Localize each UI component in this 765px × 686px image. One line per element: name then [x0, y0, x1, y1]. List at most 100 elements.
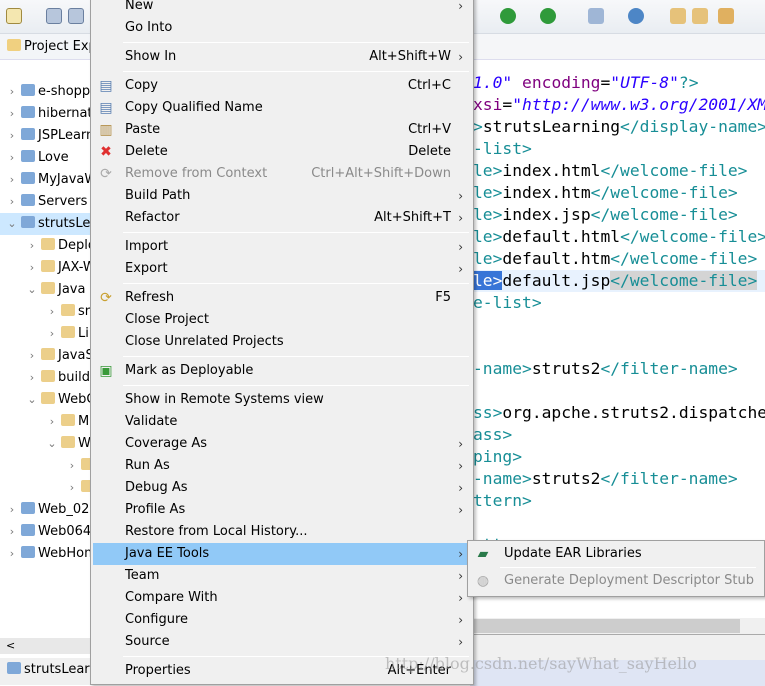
menu-item-java-ee-tools[interactable]: Java EE Tools › [93, 543, 471, 565]
collapsed-chevron-icon[interactable]: › [26, 345, 38, 367]
menu-item-copy-qualified-name[interactable]: ▤ Copy Qualified Name [93, 97, 471, 119]
new-icon[interactable] [6, 8, 22, 24]
collapsed-chevron-icon[interactable]: › [46, 411, 58, 433]
project-explorer-icon [7, 39, 21, 51]
code-token: </filter-name> [600, 359, 738, 378]
save-icon[interactable] [46, 8, 62, 24]
collapsed-chevron-icon[interactable]: › [6, 499, 18, 521]
collapsed-chevron-icon[interactable]: › [6, 543, 18, 565]
tree-item[interactable]: › WebHomework [0, 543, 90, 565]
collapsed-chevron-icon[interactable]: › [46, 323, 58, 345]
menu-item-paste[interactable]: ▥ Paste Ctrl+V [93, 119, 471, 141]
collapsed-chevron-icon[interactable]: › [66, 477, 78, 499]
search-icon[interactable] [718, 8, 734, 24]
tree-item[interactable]: ⌄ strutsLearning [0, 213, 90, 235]
menu-item-show-in[interactable]: Show In Alt+Shift+W › [93, 46, 471, 68]
tree-item[interactable]: › hibernate [0, 103, 90, 125]
menu-item-go-into[interactable]: Go Into [93, 17, 471, 39]
tree-item[interactable]: › Web_02 [0, 499, 90, 521]
tree-item[interactable]: › JavaScript Resources [0, 345, 90, 367]
tree-item[interactable]: › Love [0, 147, 90, 169]
menu-item-mark-as-deployable[interactable]: ▣ Mark as Deployable [93, 360, 471, 382]
project-explorer-tab[interactable]: Project Explorer [0, 34, 90, 60]
scrollbar-thumb[interactable] [470, 619, 740, 633]
expanded-chevron-icon[interactable]: ⌄ [26, 389, 38, 411]
collapsed-chevron-icon[interactable]: › [6, 125, 18, 147]
menu-item-close-unrelated-projects[interactable]: Close Unrelated Projects [93, 331, 471, 353]
menu-item-refresh[interactable]: ⟳ Refresh F5 [93, 287, 471, 309]
menu-item-label: Show In [125, 49, 177, 64]
menu-item-label: Validate [125, 414, 178, 429]
tree-item[interactable]: ⌄ Java Resources [0, 279, 90, 301]
collapsed-chevron-icon[interactable]: › [66, 455, 78, 477]
collapsed-chevron-icon[interactable]: › [6, 147, 18, 169]
tree-item[interactable]: › src [0, 301, 90, 323]
tree-item[interactable]: › build [0, 367, 90, 389]
explorer-horizontal-scrollbar[interactable]: < [0, 638, 90, 654]
tree-item[interactable]: › JSPLearning [0, 125, 90, 147]
run-icon[interactable] [500, 8, 516, 24]
code-token: = [600, 73, 611, 92]
run-server-icon[interactable] [540, 8, 556, 24]
menu-item-update-ear-libraries[interactable]: ▰ Update EAR Libraries [470, 543, 764, 565]
tree-item[interactable]: › e-shopp [0, 81, 90, 103]
menu-item-copy[interactable]: ▤ Copy Ctrl+C [93, 75, 471, 97]
collapsed-chevron-icon[interactable]: › [6, 103, 18, 125]
tree-item[interactable]: › Web064 [0, 521, 90, 543]
status-bar: strutsLearning [0, 658, 90, 685]
expanded-chevron-icon[interactable]: ⌄ [26, 279, 38, 301]
open-resource-icon[interactable] [692, 8, 708, 24]
new-class-icon[interactable] [628, 8, 644, 24]
menu-item-export[interactable]: Export › [93, 258, 471, 280]
code-token: </welcome-file> [600, 161, 748, 180]
tree-item[interactable]: › Servers [0, 191, 90, 213]
code-line: le>index.jsp</welcome-file> [473, 204, 738, 226]
tree-item[interactable]: ⌄ WebContent [0, 389, 90, 411]
menu-item-import[interactable]: Import › [93, 236, 471, 258]
expanded-chevron-icon[interactable]: ⌄ [6, 213, 18, 235]
menu-item-show-in-remote-systems-view[interactable]: Show in Remote Systems view [93, 389, 471, 411]
menu-item-restore-from-local-history[interactable]: Restore from Local History... [93, 521, 471, 543]
tree-item[interactable]: › Deployment Descriptor [0, 235, 90, 257]
menu-item-refactor[interactable]: Refactor Alt+Shift+T › [93, 207, 471, 229]
collapsed-chevron-icon[interactable]: › [6, 521, 18, 543]
collapsed-chevron-icon[interactable]: › [6, 169, 18, 191]
collapsed-chevron-icon[interactable]: › [6, 81, 18, 103]
submenu-arrow-icon: › [458, 613, 463, 627]
menu-item-validate[interactable]: Validate [93, 411, 471, 433]
menu-item-debug-as[interactable]: Debug As › [93, 477, 471, 499]
menu-item-coverage-as[interactable]: Coverage As › [93, 433, 471, 455]
tree-item[interactable]: › Libraries [0, 323, 90, 345]
open-type-icon[interactable] [670, 8, 686, 24]
collapsed-chevron-icon[interactable]: › [26, 367, 38, 389]
menu-item-team[interactable]: Team › [93, 565, 471, 587]
tree-item[interactable]: › META-INF [0, 411, 90, 433]
menu-item-profile-as[interactable]: Profile As › [93, 499, 471, 521]
expanded-chevron-icon[interactable]: ⌄ [46, 433, 58, 455]
menu-item-build-path[interactable]: Build Path › [93, 185, 471, 207]
libraries-icon: ▰ [477, 546, 489, 562]
collapsed-chevron-icon[interactable]: › [46, 301, 58, 323]
tree-item[interactable]: › JAX-WS Web Services [0, 257, 90, 279]
collapsed-chevron-icon[interactable]: › [26, 235, 38, 257]
tree-item[interactable]: › MyJavaWeb [0, 169, 90, 191]
save-all-icon[interactable] [68, 8, 84, 24]
collapsed-chevron-icon[interactable]: › [6, 191, 18, 213]
editor-horizontal-scrollbar[interactable] [470, 618, 765, 634]
tree-item[interactable]: ⌄ WEB-INF [0, 433, 90, 455]
tree-item[interactable]: ›web.xml [0, 477, 90, 499]
menu-item-new[interactable]: New › [93, 0, 471, 17]
tree-item[interactable]: ›lib [0, 455, 90, 477]
menu-item-run-as[interactable]: Run As › [93, 455, 471, 477]
menu-item-label: Copy [125, 78, 158, 93]
menu-item-compare-with[interactable]: Compare With › [93, 587, 471, 609]
menu-item-source[interactable]: Source › [93, 631, 471, 653]
descriptor-stub-icon: ◍ [476, 573, 490, 589]
menu-item-remove-from-context: ⟳ Remove from Context Ctrl+Alt+Shift+Down [93, 163, 471, 185]
menu-item-configure[interactable]: Configure › [93, 609, 471, 631]
collapsed-chevron-icon[interactable]: › [26, 257, 38, 279]
new-web-service-icon[interactable] [588, 8, 604, 24]
menu-item-close-project[interactable]: Close Project [93, 309, 471, 331]
menu-item-delete[interactable]: ✖ Delete Delete [93, 141, 471, 163]
submenu-arrow-icon: › [458, 635, 463, 649]
